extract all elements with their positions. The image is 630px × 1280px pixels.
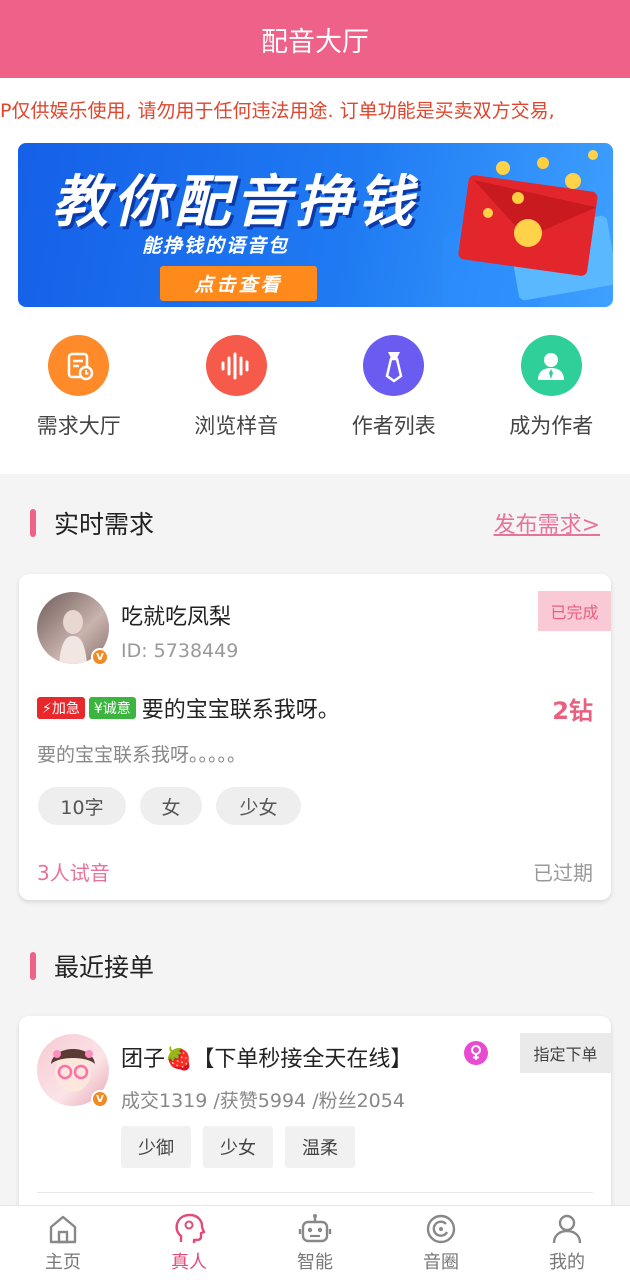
top-bar: 配音大厅	[0, 0, 630, 78]
tab-label: 智能	[297, 1252, 333, 1273]
demand-card[interactable]: V 吃就吃凤梨 ID: 5738449 已完成 ⚡加急 ¥诚意 要的宝宝联系我呀…	[19, 574, 611, 900]
quick-action-become-author[interactable]: 成为作者	[473, 335, 630, 445]
realtime-section-title: 实时需求	[30, 505, 154, 541]
bottom-tab-bar: 主页 真人 智能 音圈 我的	[0, 1205, 630, 1280]
document-clock-icon	[48, 335, 110, 396]
user-icon	[520, 335, 582, 396]
tab-home[interactable]: 主页	[0, 1206, 126, 1280]
sincere-badge: ¥诚意	[88, 697, 136, 719]
divider	[37, 1192, 593, 1193]
quick-action-browse-samples[interactable]: 浏览样音	[158, 335, 316, 445]
quick-action-label: 浏览样音	[194, 414, 279, 438]
demand-headline: 要的宝宝联系我呀。	[141, 698, 340, 723]
person-head-icon	[175, 1213, 206, 1243]
quick-actions: 需求大厅 浏览样音 作者列表 成为作者	[0, 335, 630, 445]
notice-text: P仅供娱乐使用, 请勿用于任何违法用途. 订单功能是买卖双方交易,	[0, 100, 555, 122]
red-envelope-illustration	[443, 150, 613, 307]
circle-icon	[426, 1214, 456, 1244]
author-id: ID: 5738449	[121, 640, 239, 662]
trial-count[interactable]: 3人试音	[37, 857, 110, 886]
publish-demand-link[interactable]: 发布需求>	[494, 507, 600, 539]
verified-badge-icon: V	[91, 648, 109, 666]
promo-banner[interactable]: 教你配音挣钱 能挣钱的语音包 点击查看	[18, 143, 613, 307]
notice-marquee: P仅供娱乐使用, 请勿用于任何违法用途. 订单功能是买卖双方交易,	[0, 78, 630, 144]
tab-label: 真人	[171, 1252, 207, 1273]
voice-tag: 少女	[203, 1126, 273, 1168]
recent-section-title: 最近接单	[30, 948, 154, 984]
author-card[interactable]: V 团子🍓【下单秒接全天在线】 指定下单 成交1319 /获赞5994 /粉丝2…	[19, 1016, 611, 1216]
section-title-text: 最近接单	[54, 953, 155, 982]
banner-subtitle: 能挣钱的语音包	[142, 235, 290, 257]
voice-tag: 少御	[121, 1126, 191, 1168]
profile-icon	[552, 1214, 582, 1244]
tag-chip: 女	[140, 787, 202, 825]
expiry-status: 已过期	[533, 861, 593, 885]
home-icon	[49, 1215, 77, 1244]
section-accent-bar	[30, 952, 36, 980]
quick-action-label: 作者列表	[351, 414, 436, 438]
sound-wave-icon	[205, 335, 267, 396]
section-accent-bar	[30, 509, 36, 537]
female-icon	[464, 1041, 488, 1065]
banner-view-button[interactable]: 点击查看	[160, 266, 317, 301]
tag-chip: 少女	[216, 787, 301, 825]
author-stats: 成交1319 /获赞5994 /粉丝2054	[121, 1090, 405, 1112]
quick-action-author-list[interactable]: 作者列表	[315, 335, 473, 445]
tab-label: 音圈	[423, 1252, 459, 1273]
tab-smart[interactable]: 智能	[252, 1206, 378, 1280]
banner-title: 教你配音挣钱	[52, 170, 418, 235]
tab-mine[interactable]: 我的	[504, 1206, 630, 1280]
author-name: 吃就吃凤梨	[121, 605, 232, 630]
demand-headline-row: ⚡加急 ¥诚意 要的宝宝联系我呀。	[37, 692, 340, 724]
tab-label: 主页	[45, 1252, 81, 1273]
voice-tag: 温柔	[285, 1126, 355, 1168]
tab-real-person[interactable]: 真人	[126, 1206, 252, 1280]
tag-chip: 10字	[38, 787, 126, 825]
quick-action-demand-hall[interactable]: 需求大厅	[0, 335, 158, 445]
robot-icon	[298, 1214, 332, 1243]
section-title-text: 实时需求	[54, 510, 155, 539]
page-title: 配音大厅	[261, 26, 369, 58]
quick-action-label: 成为作者	[509, 414, 594, 438]
author-name: 团子🍓【下单秒接全天在线】	[121, 1047, 413, 1072]
tab-voice-circle[interactable]: 音圈	[378, 1206, 504, 1280]
quick-action-label: 需求大厅	[36, 414, 121, 438]
urgent-badge: ⚡加急	[37, 697, 85, 719]
tie-icon	[363, 335, 425, 396]
status-badge: 已完成	[538, 591, 611, 631]
demand-description: 要的宝宝联系我呀。。。。。	[37, 744, 247, 766]
tab-label: 我的	[549, 1252, 585, 1273]
price: 2钻	[552, 697, 593, 725]
assign-order-button[interactable]: 指定下单	[520, 1033, 611, 1073]
verified-badge-icon: V	[91, 1090, 109, 1108]
